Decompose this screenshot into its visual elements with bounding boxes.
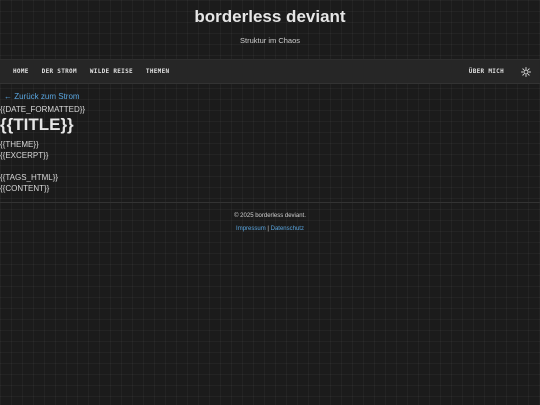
theme-toggle-button[interactable] (520, 66, 532, 78)
site-header: borderless deviant Struktur im Chaos (0, 0, 540, 60)
nav-item-themen[interactable]: THEMEN (146, 68, 169, 75)
main-nav: HOME DER STROM WILDE REISE THEMEN ÜBER M… (0, 60, 540, 84)
nav-item-wilde-reise[interactable]: WILDE REISE (90, 68, 133, 75)
back-to-stream-link[interactable]: ← Zurück zum Strom (4, 92, 540, 101)
post-tags: {{TAGS_HTML}} (0, 173, 59, 182)
post-theme: {{THEME}} (0, 140, 39, 149)
site-footer: © 2025 borderless deviant. Impressum | D… (0, 202, 540, 232)
site-title[interactable]: borderless deviant (0, 0, 540, 27)
site-subtitle: Struktur im Chaos (239, 36, 301, 45)
datenschutz-link[interactable]: Datenschutz (271, 226, 304, 232)
footer-links: Impressum | Datenschutz (0, 226, 540, 232)
copyright-text: © 2025 borderless deviant. (234, 213, 306, 219)
post-excerpt: {{EXCERPT}} (0, 151, 49, 160)
post-content-area: ← Zurück zum Strom {{DATE_FORMATTED}} {{… (0, 84, 540, 193)
nav-item-ueber-mich[interactable]: ÜBER MICH (469, 68, 504, 75)
impressum-link[interactable]: Impressum (236, 226, 266, 232)
footer-separator: | (267, 226, 269, 232)
sun-icon (521, 66, 531, 77)
post-title: {{TITLE}} (0, 115, 74, 134)
post-date: {{DATE_FORMATTED}} (0, 105, 86, 114)
nav-item-der-strom[interactable]: DER STROM (42, 68, 77, 75)
post-body: {{CONTENT}} (0, 184, 50, 193)
nav-item-home[interactable]: HOME (13, 68, 29, 75)
